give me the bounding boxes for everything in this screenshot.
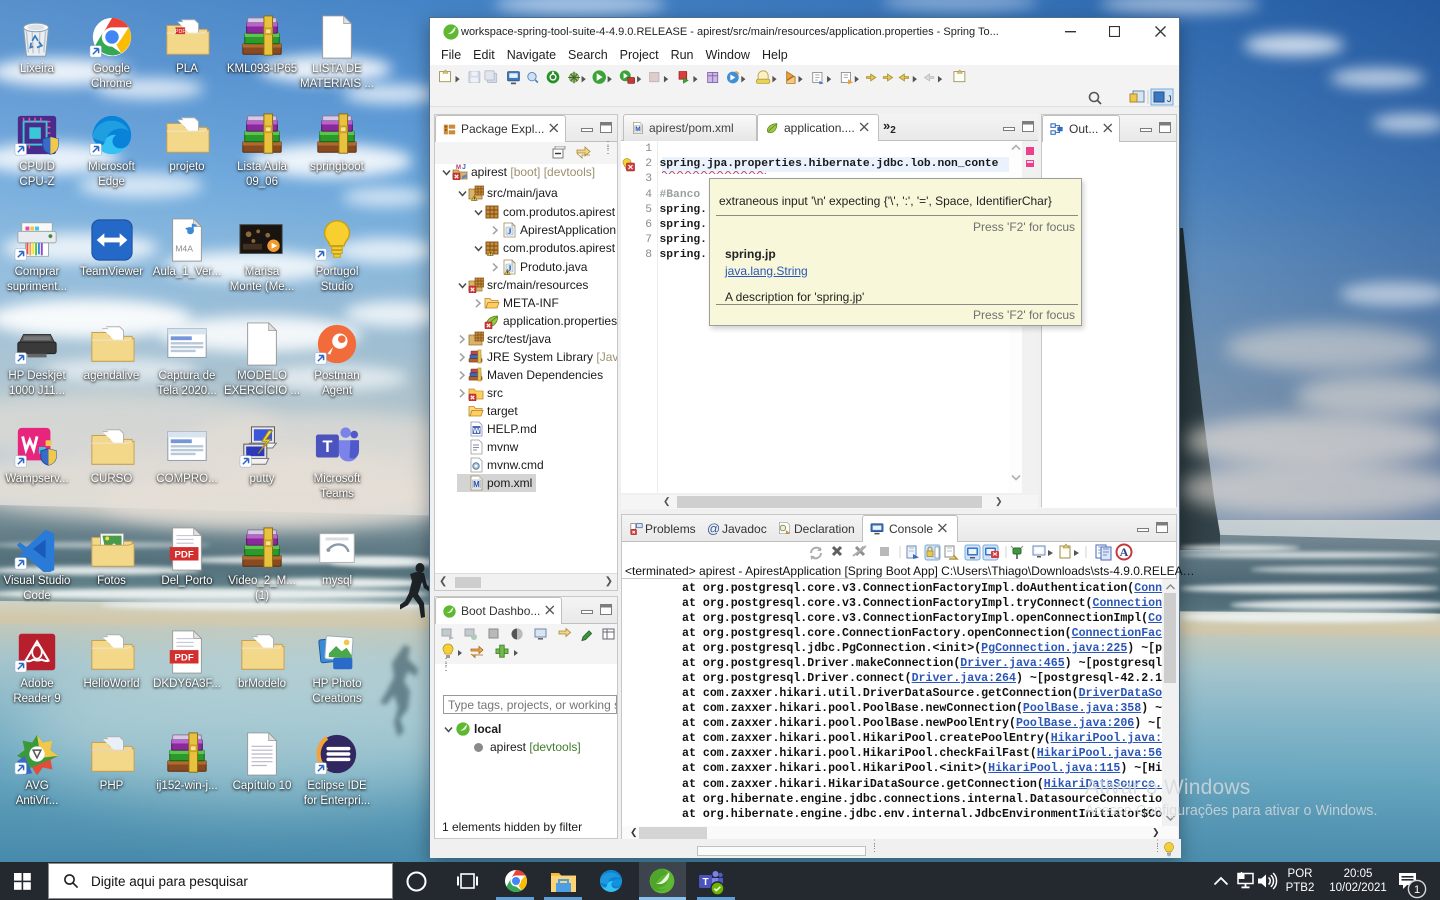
svg-text:1: 1 <box>1414 884 1420 896</box>
svg-text:J: J <box>1167 94 1172 104</box>
svg-text:A: A <box>1120 545 1129 559</box>
svg-text:PDF: PDF <box>175 29 186 35</box>
svg-text:J: J <box>462 164 466 171</box>
svg-text:PDF: PDF <box>175 549 194 560</box>
svg-text:M: M <box>635 126 640 133</box>
svg-text:T: T <box>322 437 332 455</box>
svg-text:M: M <box>473 479 480 488</box>
svg-text:M: M <box>456 165 461 171</box>
svg-text:W: W <box>473 426 481 435</box>
svg-text:PDF: PDF <box>175 652 194 663</box>
svg-text:T: T <box>702 877 708 888</box>
svg-text:M4A: M4A <box>175 243 193 253</box>
